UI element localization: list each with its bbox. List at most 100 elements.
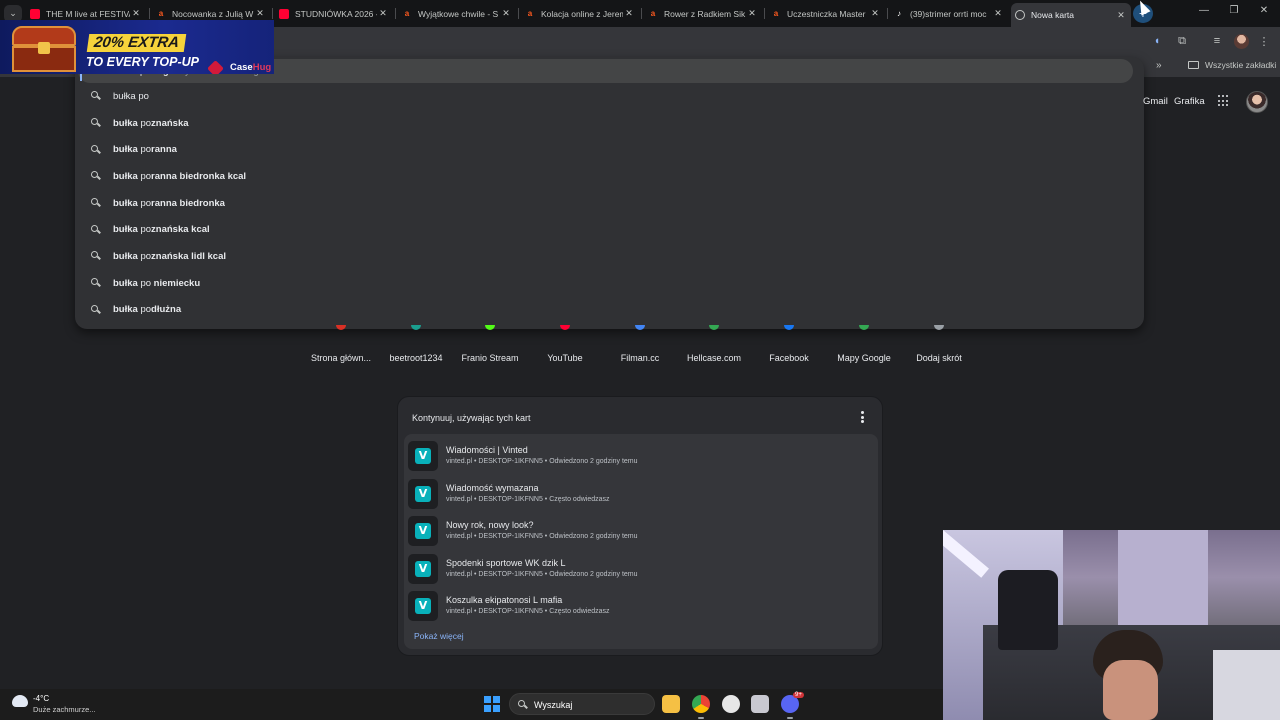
more-options-icon[interactable] xyxy=(860,411,864,423)
tab-separator xyxy=(764,8,765,19)
shortcut-hellcase[interactable]: Hellcase.com xyxy=(674,325,754,363)
tab-label: Rower z Radkiem Sik xyxy=(664,8,746,19)
restore-button[interactable]: ❐ xyxy=(1226,5,1242,16)
all-bookmarks-button[interactable]: Wszystkie zakładki xyxy=(1188,60,1276,70)
shortcut-filman[interactable]: Filman.cc xyxy=(600,325,680,363)
chrome-icon[interactable] xyxy=(692,695,710,719)
suggestion-item[interactable]: bułka poznańska xyxy=(75,110,1144,137)
continue-item[interactable]: V Koszulka ekipatonosi L mafia vinted.pl… xyxy=(404,586,878,623)
media-controls-icon[interactable]: ≡ xyxy=(1209,35,1225,49)
close-icon[interactable]: ✕ xyxy=(746,8,758,19)
add-shortcut-button[interactable]: Dodaj skrót xyxy=(899,325,979,363)
shortcut-beetroot[interactable]: beetroot1234 xyxy=(376,325,456,363)
shortcut-facebook[interactable]: Facebook xyxy=(749,325,829,363)
taskbar-search[interactable]: Wyszukaj xyxy=(509,693,655,715)
tab-separator xyxy=(149,8,150,19)
vinted-icon: V xyxy=(408,591,438,621)
search-icon xyxy=(91,118,101,128)
continue-item[interactable]: V Wiadomości | Vinted vinted.pl • DESKTO… xyxy=(404,436,878,473)
ad-subheadline: TO EVERY TOP-UP xyxy=(86,55,200,69)
tab-8[interactable]: ♪ (39)strimer orrti moc ✕ xyxy=(890,3,1008,24)
close-icon[interactable]: ✕ xyxy=(1115,10,1127,21)
facebook-icon xyxy=(784,325,794,330)
extensions-icon[interactable]: ⧉ xyxy=(1174,35,1190,49)
close-icon[interactable]: ✕ xyxy=(377,8,389,19)
file-explorer-icon[interactable] xyxy=(662,695,680,713)
close-icon[interactable]: ✕ xyxy=(254,8,266,19)
suggestion-item[interactable]: bułka poznańska lidl kcal xyxy=(75,243,1144,270)
suggestion-item[interactable]: bułka poranna biedronka xyxy=(75,190,1144,217)
app-icon[interactable] xyxy=(722,695,740,713)
suggestion-item[interactable]: bułka po niemiecku xyxy=(75,270,1144,297)
item-title: Wiadomość wymazana xyxy=(446,482,539,493)
tab-active[interactable]: Nowa karta ✕ xyxy=(1011,3,1131,27)
folder-icon xyxy=(1188,61,1199,69)
suggestion-text: bułka poranna xyxy=(113,144,177,156)
close-icon[interactable]: ✕ xyxy=(130,8,142,19)
show-more-link[interactable]: Pokaż więcej xyxy=(414,631,464,641)
suggestion-text: bułka poznańska lidl kcal xyxy=(113,250,227,262)
shortcut-home[interactable]: Strona główn... xyxy=(301,325,381,363)
suggestion-item[interactable]: bułka poranna biedronka kcal xyxy=(75,163,1144,190)
gmail-link[interactable]: Gmail xyxy=(1143,96,1168,107)
shortcut-label: Hellcase.com xyxy=(686,353,742,363)
images-link[interactable]: Grafika xyxy=(1174,96,1205,107)
continue-item[interactable]: V Nowy rok, nowy look? vinted.pl • DESKT… xyxy=(404,511,878,548)
shortcut-label: YouTube xyxy=(547,353,583,363)
close-window-button[interactable]: ✕ xyxy=(1256,5,1272,16)
suggestion-text: bułka poranna biedronka xyxy=(113,197,225,209)
item-meta: vinted.pl • DESKTOP-1IKFNN5 • Często odw… xyxy=(446,495,610,503)
close-icon[interactable]: ✕ xyxy=(623,8,635,19)
minimize-button[interactable]: — xyxy=(1196,5,1212,16)
kick-icon xyxy=(485,325,495,330)
weather-temperature[interactable]: -4°C xyxy=(33,694,49,703)
tab-label: Nowa karta xyxy=(1031,10,1074,20)
chevron-double-right-icon[interactable]: » xyxy=(1156,60,1162,71)
vinted-icon: V xyxy=(408,441,438,471)
continue-item[interactable]: V Wiadomość wymazana vinted.pl • DESKTOP… xyxy=(404,474,878,511)
google-account-avatar[interactable] xyxy=(1246,91,1268,113)
tab-3[interactable]: STUDNIÓWKA 2026 - ✕ xyxy=(275,3,393,24)
close-icon[interactable]: ✕ xyxy=(992,8,1004,19)
google-apps-icon[interactable] xyxy=(1218,95,1230,107)
search-icon xyxy=(91,198,101,208)
continue-item[interactable]: V Spodenki sportowe WK dzik L vinted.pl … xyxy=(404,549,878,586)
site-icon xyxy=(635,325,645,330)
cast-icon[interactable]: ◖ xyxy=(1149,35,1165,49)
suggestion-item[interactable]: bułka po xyxy=(75,83,1144,110)
suggestion-text: bułka po xyxy=(113,90,149,102)
cloud-icon xyxy=(12,695,28,707)
ad-banner[interactable]: 20% EXTRA TO EVERY TOP-UP CaseHug xyxy=(0,20,274,74)
tab-6[interactable]: a Rower z Radkiem Sik ✕ xyxy=(644,3,762,24)
shortcut-label: Strona główn... xyxy=(310,353,372,363)
tab-7[interactable]: a Uczestniczka Master ✕ xyxy=(767,3,885,24)
item-title: Nowy rok, nowy look? xyxy=(446,520,534,530)
weather-description[interactable]: Duże zachmurze... xyxy=(33,705,96,714)
close-icon[interactable]: ✕ xyxy=(869,8,881,19)
suggestion-item[interactable]: bułka podłużna xyxy=(75,297,1144,324)
item-meta: vinted.pl • DESKTOP-1IKFNN5 • Odwiedzono… xyxy=(446,570,638,578)
close-icon[interactable]: ✕ xyxy=(500,8,512,19)
menu-kebab-icon[interactable]: ⋮ xyxy=(1256,35,1272,49)
suggestion-item[interactable]: bułka poranna xyxy=(75,137,1144,164)
shortcut-google-maps[interactable]: Mapy Google xyxy=(824,325,904,363)
vinted-icon: V xyxy=(408,553,438,584)
shortcut-label: Dodaj skrót xyxy=(916,353,962,363)
tab-label: Uczestniczka Master xyxy=(787,8,866,19)
tab-5[interactable]: a Kolacja online z Jerem ✕ xyxy=(521,3,639,24)
suggestion-item[interactable]: bułka poznańska kcal xyxy=(75,217,1144,244)
tab-separator xyxy=(518,8,519,19)
chrome-icon xyxy=(1015,10,1025,20)
shortcut-youtube[interactable]: YouTube xyxy=(525,325,605,363)
search-icon xyxy=(518,700,528,710)
windows-start-icon[interactable] xyxy=(484,696,500,712)
snipping-tool-icon[interactable] xyxy=(751,695,769,713)
plus-icon xyxy=(934,325,944,330)
tab-4[interactable]: a Wyjątkowe chwile - S ✕ xyxy=(398,3,516,24)
profile-avatar[interactable] xyxy=(1234,34,1249,49)
search-icon xyxy=(91,251,101,261)
site-icon xyxy=(336,325,346,330)
shortcut-franio-stream[interactable]: Franio Stream xyxy=(450,325,530,363)
discord-icon[interactable]: 9+ xyxy=(781,692,804,719)
youtube-icon xyxy=(279,8,289,19)
